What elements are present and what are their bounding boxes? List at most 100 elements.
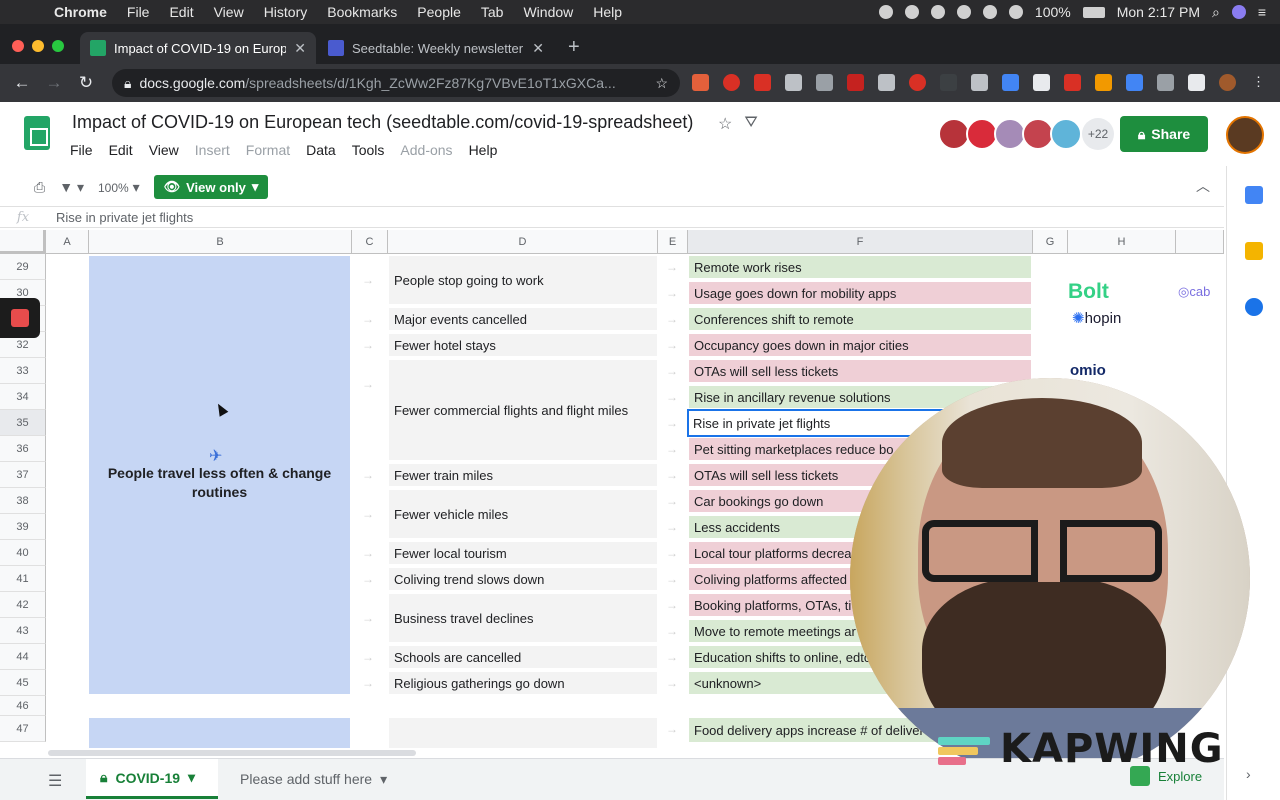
mac-menu-help[interactable]: Help (583, 4, 632, 20)
row-header[interactable]: 47 (0, 716, 46, 742)
adblock-icon[interactable] (723, 74, 740, 91)
row-header[interactable]: 29 (0, 254, 46, 280)
effect-cell[interactable]: Remote work rises (689, 256, 1031, 278)
row-header[interactable]: 41 (0, 566, 46, 592)
battery-icon[interactable] (1082, 6, 1105, 18)
effect-cell[interactable]: Occupancy goes down in major cities (689, 334, 1031, 356)
clock[interactable]: Mon 2:17 PM (1117, 4, 1200, 20)
extension-icon[interactable] (909, 74, 926, 91)
forward-icon[interactable]: → (38, 73, 70, 93)
menu-file[interactable]: File (70, 142, 93, 158)
status-telegram-icon[interactable] (878, 5, 893, 19)
extension-icon[interactable] (940, 74, 957, 91)
column-header-c[interactable]: C (352, 230, 388, 254)
keep-icon[interactable] (1245, 242, 1263, 260)
menu-edit[interactable]: Edit (109, 142, 133, 158)
zoom-select[interactable]: 100% ▾ (98, 179, 140, 196)
chevron-right-icon[interactable]: › (1246, 766, 1251, 782)
column-header-e[interactable]: E (658, 230, 688, 254)
menu-data[interactable]: Data (306, 142, 336, 158)
menu-tools[interactable]: Tools (352, 142, 385, 158)
column-header-f[interactable]: F (688, 230, 1033, 254)
mac-menu-file[interactable]: File (117, 4, 160, 20)
mac-menu-people[interactable]: People (407, 4, 471, 20)
cause-cell[interactable]: Fewer local tourism (389, 542, 657, 564)
cause-cell[interactable]: Business travel declines (389, 594, 657, 642)
cause-cell[interactable]: Fewer train miles (389, 464, 657, 486)
address-bar[interactable]: 🔒︎ docs.google.com /spreadsheets/d/1Kgh_… (112, 69, 680, 97)
row-header[interactable]: 33 (0, 358, 46, 384)
extension-icon[interactable] (1002, 74, 1019, 91)
extension-icon[interactable] (816, 74, 833, 91)
row-header[interactable]: 34 (0, 384, 46, 410)
extension-icon[interactable] (754, 74, 771, 91)
cause-cell[interactable]: People stop going to work (389, 256, 657, 304)
filter-icon[interactable]: ▼ ▾ (59, 179, 84, 196)
column-header-h[interactable]: H (1068, 230, 1176, 254)
row-header[interactable]: 36 (0, 436, 46, 462)
row-header[interactable]: 42 (0, 592, 46, 618)
mac-menu-view[interactable]: View (204, 4, 254, 20)
siri-icon[interactable] (1231, 5, 1246, 19)
extension-icon[interactable] (1033, 74, 1050, 91)
sheet-tab-covid[interactable]: 🔒︎ COVID-19 ▾ (86, 759, 218, 799)
bookmark-star-icon[interactable]: ☆ (655, 75, 668, 92)
share-button[interactable]: 🔒︎ Share (1120, 116, 1208, 152)
star-icon[interactable]: ☆ (718, 114, 732, 134)
collapse-menus-icon[interactable]: ︿ (1196, 176, 1210, 196)
column-header-b[interactable]: B (89, 230, 352, 254)
new-tab-button[interactable]: + (568, 36, 580, 59)
sheet-tab-please-add[interactable]: Please add stuff here ▾ (226, 759, 401, 799)
row-header[interactable]: 46 (0, 696, 46, 716)
print-icon[interactable]: ⎙ (34, 179, 45, 196)
menu-addons[interactable]: Add-ons (400, 142, 452, 158)
back-icon[interactable]: ← (6, 73, 38, 93)
effect-cell[interactable]: Usage goes down for mobility apps (689, 282, 1031, 304)
extension-icon[interactable] (692, 74, 709, 91)
horizontal-scrollbar[interactable] (48, 750, 416, 756)
cause-cell[interactable]: Fewer vehicle miles (389, 490, 657, 538)
wifi-icon[interactable] (1008, 5, 1023, 19)
more-collaborators[interactable]: +22 (1082, 118, 1114, 150)
close-tab-icon[interactable]: ✕ (294, 40, 306, 57)
cause-cell[interactable]: Schools are cancelled (389, 646, 657, 668)
tasks-icon[interactable] (1245, 298, 1263, 316)
extension-icon[interactable] (1095, 74, 1112, 91)
cause-cell[interactable]: Major events cancelled (389, 308, 657, 330)
row-header[interactable]: 38 (0, 488, 46, 514)
cause-cell[interactable]: Religious gatherings go down (389, 672, 657, 694)
avatar[interactable] (1050, 118, 1082, 150)
column-header-g[interactable]: G (1033, 230, 1068, 254)
status-bluetooth-icon[interactable] (982, 5, 997, 19)
mac-menu-edit[interactable]: Edit (159, 4, 203, 20)
mac-menu-tab[interactable]: Tab (471, 4, 514, 20)
calendar-icon[interactable] (1245, 186, 1263, 204)
profile-icon[interactable] (1219, 74, 1236, 91)
close-window-button[interactable] (12, 40, 24, 52)
column-header-d[interactable]: D (388, 230, 658, 254)
extension-icon[interactable] (785, 74, 802, 91)
sheets-logo-icon[interactable] (24, 116, 50, 150)
mac-menu-window[interactable]: Window (513, 4, 583, 20)
group-cell[interactable]: ✈ People travel less often & change rout… (89, 256, 350, 694)
all-sheets-icon[interactable]: ☰ (48, 771, 62, 791)
menu-help[interactable]: Help (469, 142, 498, 158)
control-center-icon[interactable]: ≡ (1258, 4, 1266, 20)
extension-icon[interactable] (847, 74, 864, 91)
drive-icon[interactable]: ⛛ (744, 114, 757, 134)
menu-insert[interactable]: Insert (195, 142, 230, 158)
group-cell-next[interactable] (89, 718, 350, 748)
document-title[interactable]: Impact of COVID-19 on European tech (see… (72, 112, 693, 133)
extension-icon[interactable] (1126, 74, 1143, 91)
menu-view[interactable]: View (149, 142, 179, 158)
row-header[interactable]: 44 (0, 644, 46, 670)
extension-icon[interactable] (878, 74, 895, 91)
reading-list-icon[interactable] (1188, 74, 1205, 91)
row-header[interactable]: 45 (0, 670, 46, 696)
row-header[interactable]: 40 (0, 540, 46, 566)
effect-cell[interactable]: Conferences shift to remote (689, 308, 1031, 330)
cause-cell-next[interactable] (389, 718, 657, 748)
mac-menu-history[interactable]: History (254, 4, 318, 20)
cause-cell[interactable]: Fewer commercial flights and flight mile… (389, 360, 657, 460)
row-header[interactable]: 35 (0, 410, 46, 436)
